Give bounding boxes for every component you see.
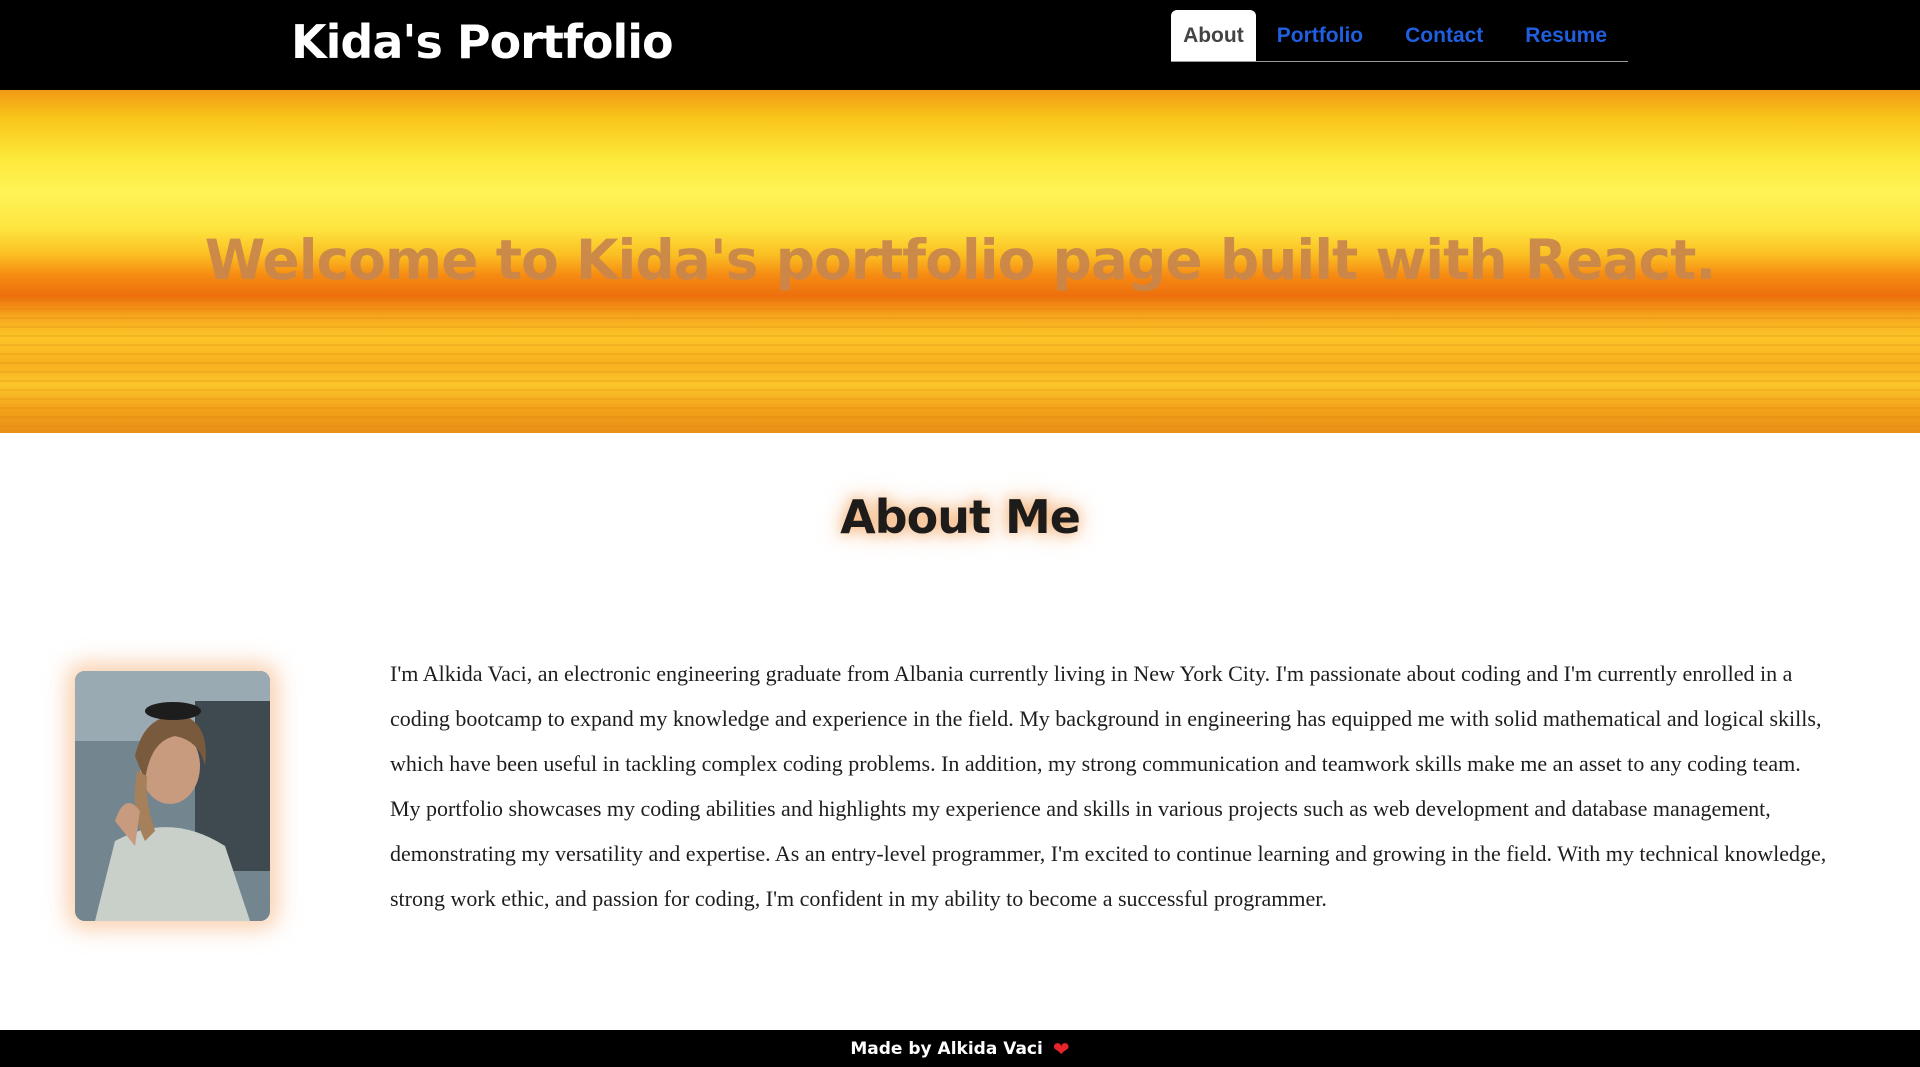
- hero-banner: Welcome to Kida's portfolio page built w…: [0, 90, 1920, 433]
- nav-tab-about[interactable]: About: [1171, 10, 1256, 61]
- nav-tab-portfolio[interactable]: Portfolio: [1256, 10, 1384, 61]
- main-nav: About Portfolio Contact Resume: [1171, 10, 1628, 62]
- profile-photo: [75, 671, 270, 921]
- profile-photo-illustration: [75, 671, 270, 921]
- nav-tab-contact[interactable]: Contact: [1384, 10, 1504, 61]
- footer-credit: Made by Alkida Vaci: [850, 1038, 1043, 1059]
- brand-title[interactable]: Kida's Portfolio: [291, 12, 674, 72]
- about-heading: About Me: [840, 490, 1081, 544]
- nav-tab-resume[interactable]: Resume: [1504, 10, 1628, 61]
- site-footer: Made by Alkida Vaci ❤: [0, 1030, 1920, 1067]
- hero-title: Welcome to Kida's portfolio page built w…: [204, 228, 1717, 292]
- heart-icon: ❤: [1052, 1036, 1070, 1061]
- about-paragraph: I'm Alkida Vaci, an electronic engineeri…: [390, 661, 1827, 911]
- site-header: Kida's Portfolio About Portfolio Contact…: [0, 0, 1920, 90]
- hero-sea-texture: [0, 290, 1920, 433]
